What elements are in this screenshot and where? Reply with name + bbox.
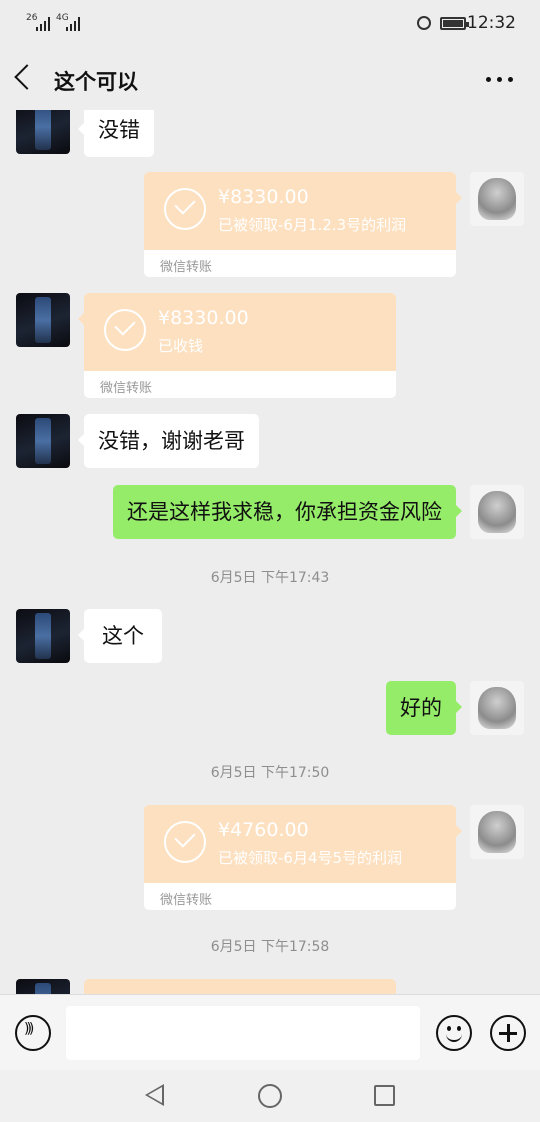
sent-message[interactable]: 还是这样我求稳，你承担资金风险: [113, 485, 462, 539]
check-circle-icon: [104, 309, 146, 351]
timestamp: 6月5日 下午17:43: [210, 570, 330, 586]
nav-recent-apps-icon[interactable]: [374, 1085, 395, 1106]
nav-home-icon[interactable]: [258, 1084, 282, 1108]
check-circle-icon: [164, 821, 206, 863]
my-avatar[interactable]: [470, 172, 524, 226]
clock: 12:32: [467, 13, 516, 33]
check-circle-icon: [164, 188, 206, 230]
contact-avatar[interactable]: [16, 609, 70, 663]
transfer-amount: ¥8330.00: [158, 307, 249, 329]
chat-messages[interactable]: 没错 ¥8330.00 已被领取-6月1.2.3号的利润 微信转账 ¥8330.…: [0, 110, 540, 994]
contact-avatar[interactable]: [16, 293, 70, 347]
contact-avatar[interactable]: [16, 979, 70, 994]
transfer-footer: 微信转账: [160, 893, 213, 908]
transfer-card-received[interactable]: ¥8330.00 已收钱 微信转账: [78, 293, 396, 398]
signal-bars-icon: [36, 17, 52, 31]
transfer-card-sent[interactable]: ¥4760.00 已被领取-6月4号5号的利润 微信转账: [144, 805, 462, 910]
my-avatar[interactable]: [470, 485, 524, 539]
received-message[interactable]: 这个: [78, 609, 162, 663]
message-input-bar: [0, 994, 540, 1071]
transfer-amount: ¥4760.00: [218, 819, 309, 841]
transfer-card-partial[interactable]: [84, 979, 396, 994]
bubble-tail: [456, 192, 462, 204]
system-navigation-bar: [0, 1070, 540, 1122]
alarm-icon: [417, 16, 431, 30]
more-dots-icon[interactable]: [486, 77, 514, 83]
timestamp: 6月5日 下午17:58: [210, 939, 330, 955]
transfer-amount: ¥8330.00: [218, 186, 309, 208]
chat-title: 这个可以: [54, 70, 138, 94]
nav-back-icon[interactable]: [145, 1084, 164, 1106]
emoji-icon[interactable]: [436, 1015, 472, 1051]
bubble-tail: [456, 825, 462, 837]
battery-icon: [440, 17, 469, 30]
transfer-note: 已收钱: [158, 337, 204, 355]
contact-avatar[interactable]: [16, 110, 70, 154]
chevron-left-icon[interactable]: [14, 64, 40, 90]
contact-avatar[interactable]: [16, 414, 70, 468]
transfer-note: 已被领取-6月1.2.3号的利润: [218, 216, 407, 234]
status-bar: 26 4G 12:32: [0, 0, 540, 48]
sent-message[interactable]: 好的: [386, 681, 462, 735]
plus-icon[interactable]: [490, 1015, 526, 1051]
transfer-note: 已被领取-6月4号5号的利润: [218, 849, 403, 867]
message-input[interactable]: [66, 1006, 420, 1060]
signal-bars-icon: [66, 17, 82, 31]
transfer-card-sent[interactable]: ¥8330.00 已被领取-6月1.2.3号的利润 微信转账: [144, 172, 462, 277]
voice-icon[interactable]: [15, 1015, 51, 1051]
received-message[interactable]: 没错，谢谢老哥: [78, 414, 259, 468]
timestamp: 6月5日 下午17:50: [210, 765, 330, 781]
received-message[interactable]: 没错: [78, 110, 154, 157]
chat-header: 这个可以: [0, 48, 540, 110]
transfer-footer: 微信转账: [100, 381, 153, 396]
bubble-tail: [78, 313, 84, 325]
transfer-footer: 微信转账: [160, 260, 213, 275]
my-avatar[interactable]: [470, 681, 524, 735]
my-avatar[interactable]: [470, 805, 524, 859]
